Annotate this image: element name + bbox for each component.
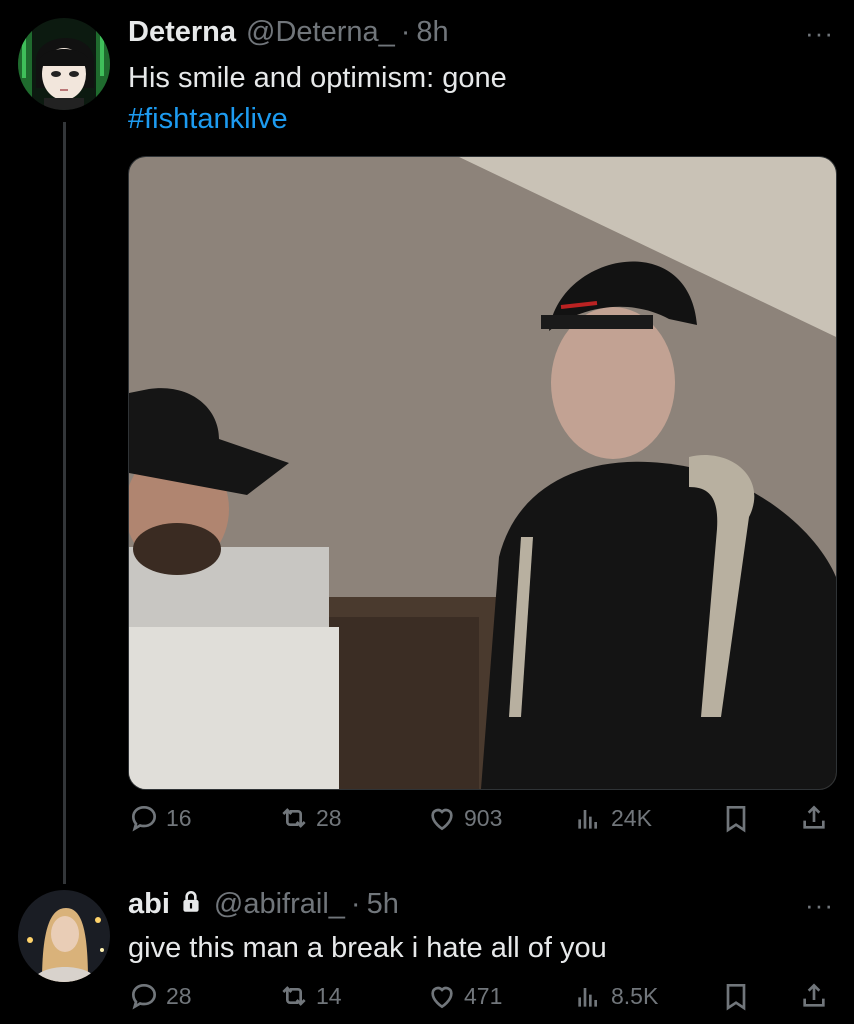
share-icon (803, 983, 825, 1007)
tweet-2[interactable]: abi @abifrail_ · 5h ··· give this man a … (0, 880, 854, 1024)
retweet-button[interactable]: 14 (278, 980, 342, 1012)
like-icon (431, 808, 453, 831)
tweet-header: Deterna @Deterna_ · 8h (128, 16, 449, 49)
display-name[interactable]: abi (128, 888, 170, 921)
retweet-icon (282, 808, 306, 828)
separator-dot: · (400, 16, 411, 48)
reply-icon (131, 805, 157, 832)
views-button[interactable]: 8.5K (573, 980, 658, 1012)
display-name[interactable]: Deterna (128, 16, 236, 49)
tweet-header: abi @abifrail_ · 5h (128, 888, 399, 921)
views-count: 8.5K (611, 982, 659, 1009)
separator-dot: · (350, 888, 361, 920)
user-handle[interactable]: @abifrail_ (214, 888, 345, 921)
hashtag-link[interactable]: #fishtanklive (128, 98, 288, 140)
tweet-actions: 28 14 471 8.5K (128, 980, 833, 1020)
share-icon (803, 805, 825, 829)
retweet-icon (282, 986, 306, 1006)
retweet-button[interactable]: 28 (278, 802, 342, 834)
timestamp[interactable]: 8h (416, 16, 448, 49)
avatar-abi[interactable] (18, 890, 110, 982)
timestamp[interactable]: 5h (367, 888, 399, 921)
like-count: 471 (464, 982, 503, 1009)
tweet-text: His smile and optimism: gone (128, 62, 507, 94)
reply-count: 16 (166, 804, 192, 831)
user-handle[interactable]: @Deterna_ (246, 16, 395, 49)
like-icon (431, 986, 453, 1009)
reply-icon (131, 983, 157, 1010)
bookmark-icon (726, 984, 746, 1011)
like-button[interactable]: 903 (426, 802, 502, 834)
bookmark-icon (726, 806, 746, 833)
views-icon (578, 988, 597, 1007)
bookmark-button[interactable] (720, 802, 752, 834)
retweet-count: 28 (316, 804, 342, 831)
views-count: 24K (611, 804, 652, 831)
like-button[interactable]: 471 (426, 980, 502, 1012)
more-icon[interactable]: ··· (805, 18, 834, 49)
reply-count: 28 (166, 982, 192, 1009)
more-icon[interactable]: ··· (805, 890, 834, 921)
bookmark-button[interactable] (720, 980, 752, 1012)
like-count: 903 (464, 804, 503, 831)
tweet-actions: 16 28 903 24K (128, 802, 833, 842)
share-button[interactable] (798, 802, 830, 834)
views-button[interactable]: 24K (573, 802, 652, 834)
tweet-1[interactable]: Deterna @Deterna_ · 8h ··· His smile and… (0, 0, 854, 880)
avatar-deterna[interactable] (18, 18, 110, 110)
retweet-count: 14 (316, 982, 342, 1009)
reply-button[interactable]: 28 (128, 980, 192, 1012)
reply-button[interactable]: 16 (128, 802, 192, 834)
views-icon (578, 810, 597, 829)
share-button[interactable] (798, 980, 830, 1012)
tweet-text: give this man a break i hate all of you (128, 932, 607, 964)
tweet-photo[interactable] (128, 156, 837, 790)
lock-icon (178, 889, 204, 920)
